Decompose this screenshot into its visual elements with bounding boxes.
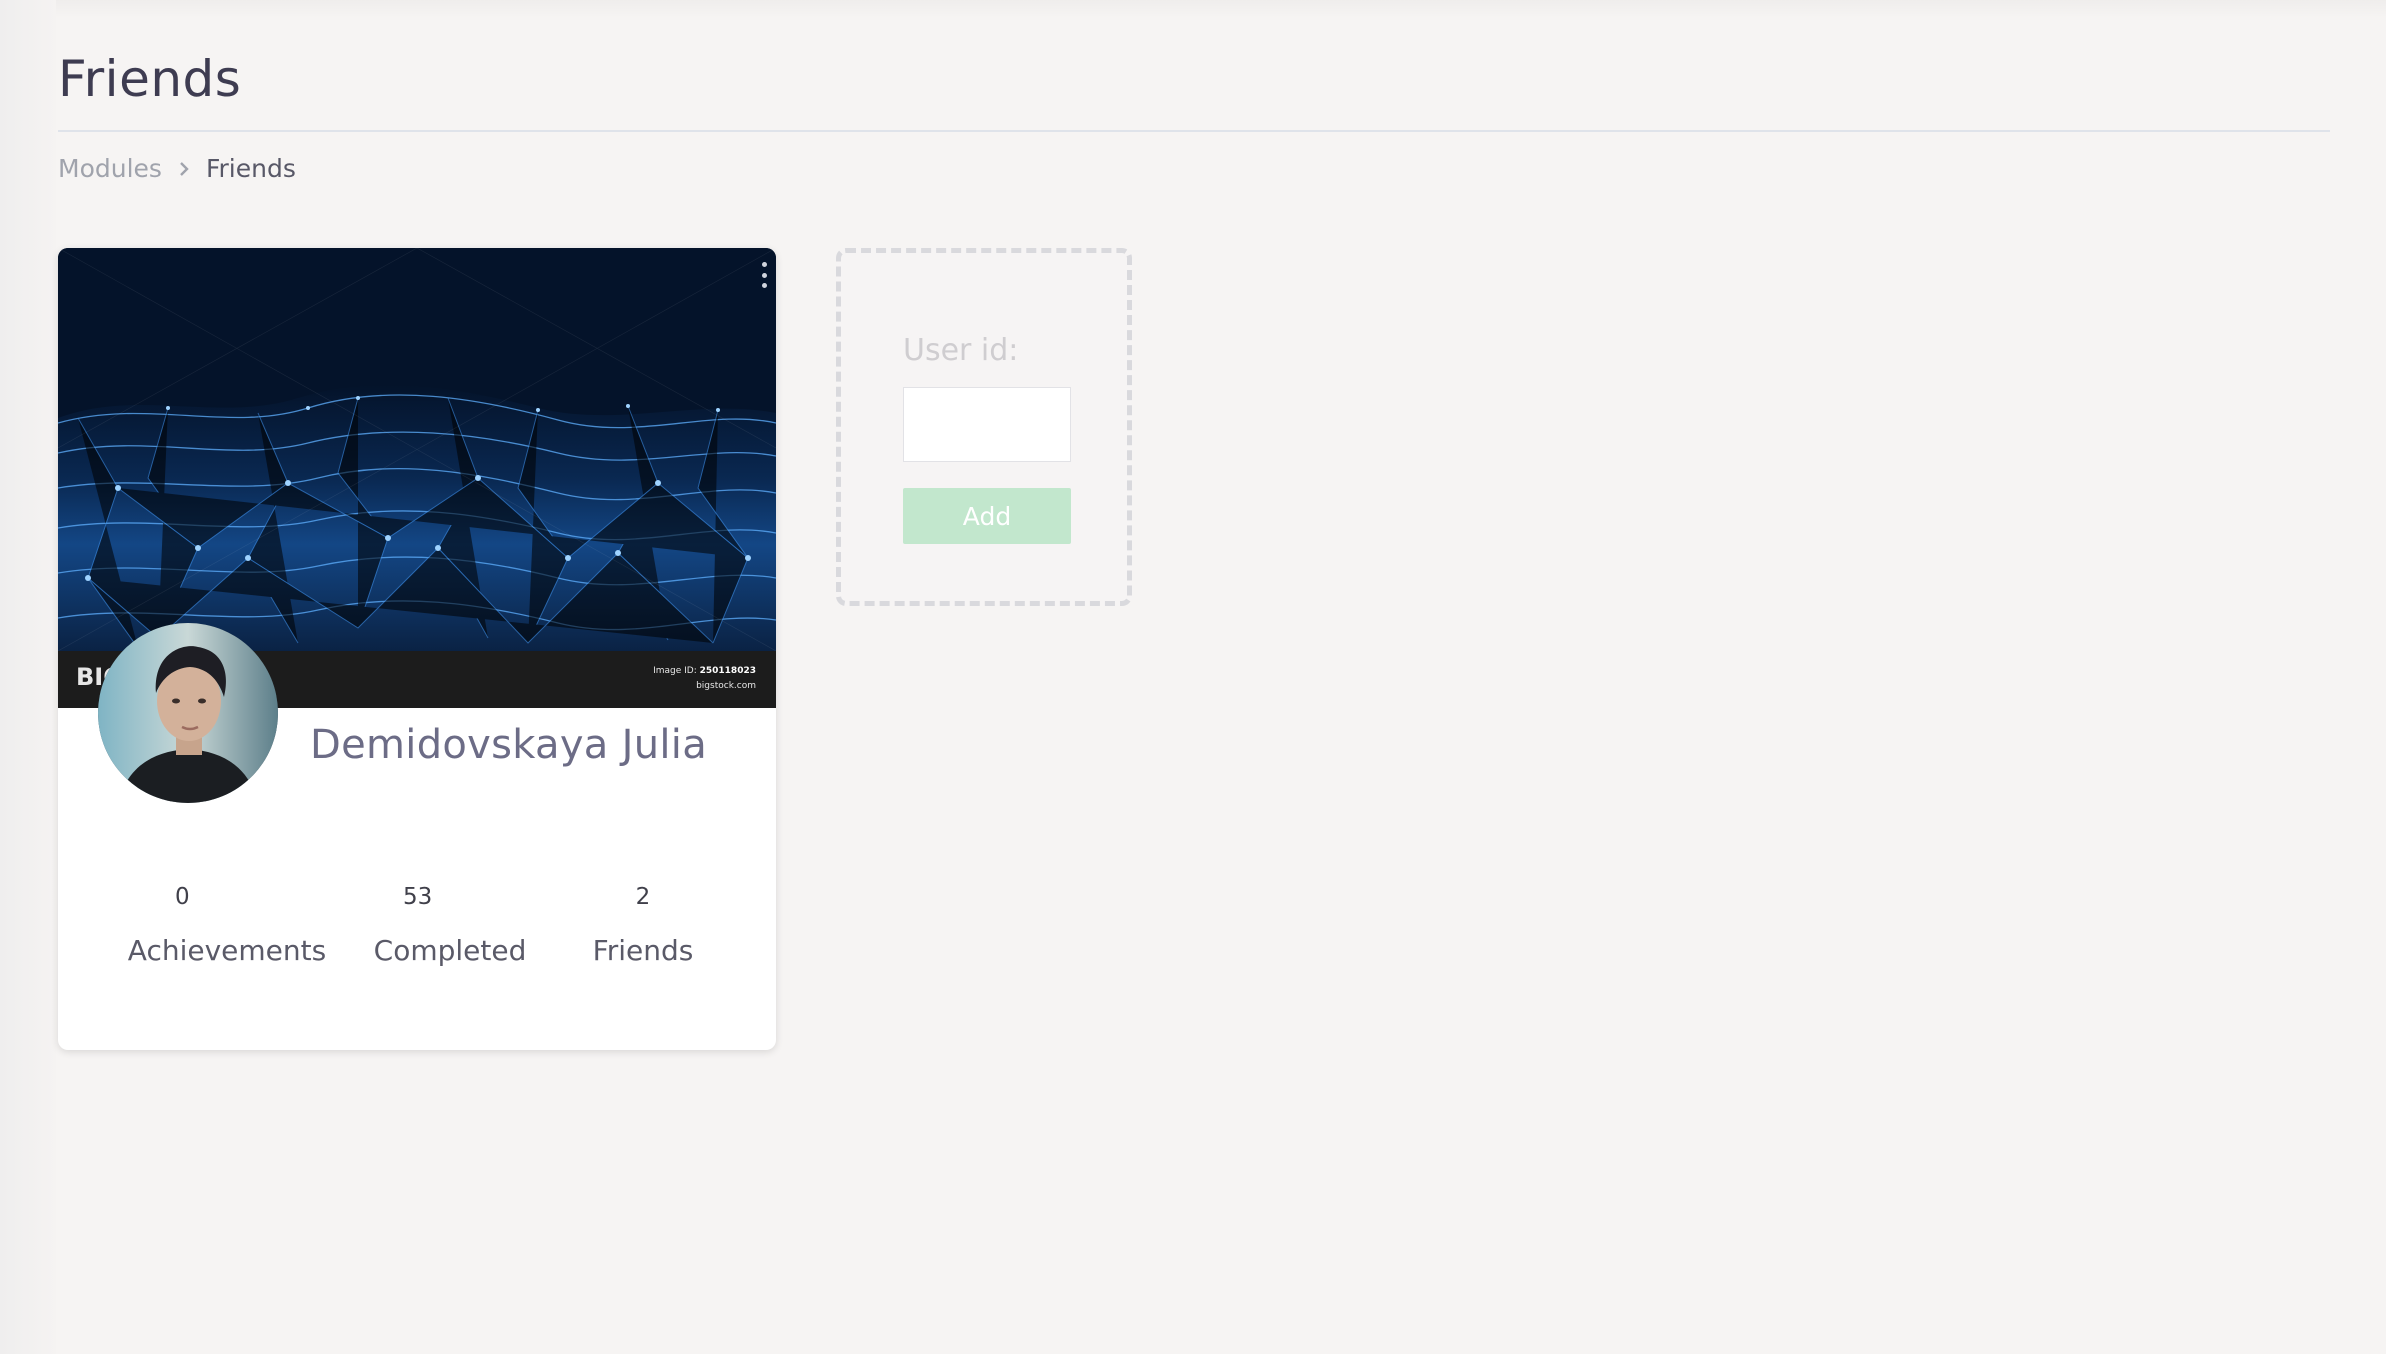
stat-completed-label-wrap: Completed: [356, 884, 544, 967]
chevron-right-icon: [180, 161, 189, 176]
image-site: bigstock.com: [696, 681, 756, 691]
page: Friends Modules Friends BIG Image ID: 25…: [0, 0, 2386, 1354]
add-friend-panel: User id: Add: [836, 248, 1132, 606]
breadcrumb: Modules Friends: [58, 154, 296, 183]
page-title: Friends: [58, 50, 242, 108]
image-id-caption: Image ID: 250118023 bigstock.com: [653, 664, 756, 694]
stat-label: Completed: [373, 934, 527, 967]
profile-name: Demidovskaya Julia: [310, 722, 708, 768]
avatar: [98, 623, 278, 803]
add-friend-button[interactable]: Add: [903, 488, 1071, 544]
stat-label: Friends: [592, 934, 694, 967]
stat-achievements-label-wrap: Achievements: [122, 884, 332, 967]
kebab-menu-icon[interactable]: [760, 262, 768, 288]
stat-friends-label-wrap: Friends: [578, 884, 708, 967]
title-divider: [58, 130, 2330, 132]
image-id-value: 250118023: [699, 666, 756, 676]
sidebar-edge: [0, 0, 56, 1354]
stat-label: Achievements: [127, 934, 327, 967]
breadcrumb-modules[interactable]: Modules: [58, 154, 162, 183]
user-id-input[interactable]: [903, 387, 1071, 462]
profile-card[interactable]: BIG Image ID: 250118023 bigstock.com Dem…: [58, 248, 776, 1050]
image-id-label: Image ID:: [653, 666, 697, 676]
breadcrumb-friends: Friends: [205, 154, 296, 183]
user-id-label: User id:: [903, 333, 1019, 368]
